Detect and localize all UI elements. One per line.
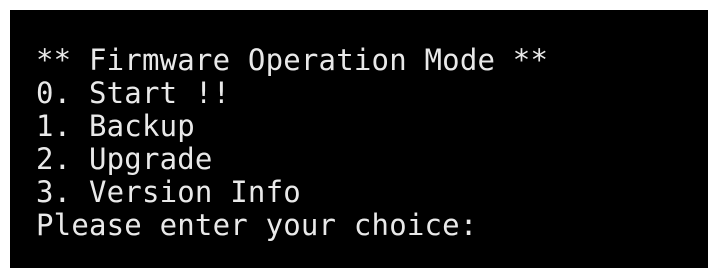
terminal-window[interactable]: ** Firmware Operation Mode ** 0. Start !… [10,10,708,268]
choice-prompt-row[interactable]: Please enter your choice: [36,209,708,242]
menu-option-start: 0. Start !! [36,76,231,110]
menu-option-backup: 1. Backup [36,109,195,143]
choice-prompt: Please enter your choice: [36,208,478,242]
menu-option-upgrade: 2. Upgrade [36,142,213,176]
menu-option-version-info: 3. Version Info [36,175,301,209]
terminal-title-line: ** Firmware Operation Mode ** [36,43,549,77]
